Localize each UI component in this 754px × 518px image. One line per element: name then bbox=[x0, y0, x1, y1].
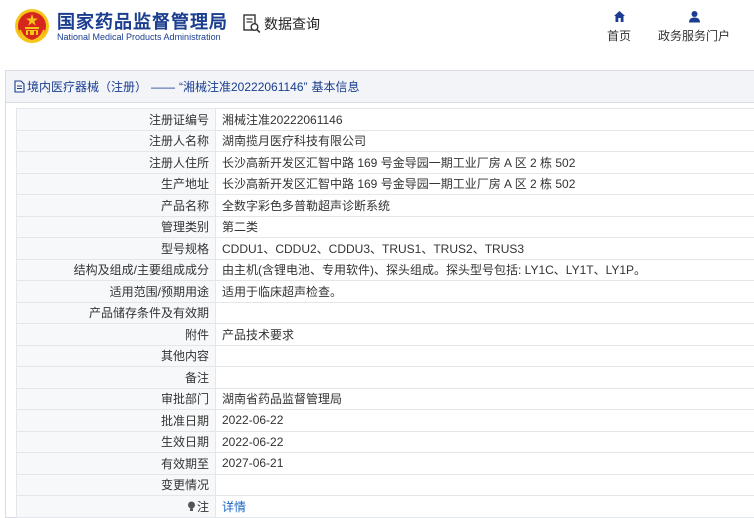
row-label: 变更情况 bbox=[16, 473, 216, 496]
table-row: 备注 bbox=[16, 366, 754, 389]
row-value: 2022-06-22 bbox=[215, 409, 754, 432]
row-value bbox=[215, 366, 754, 389]
panel-title: 境内医疗器械（注册） —— “湘械注准20222061146” 基本信息 bbox=[6, 71, 754, 103]
row-value: 适用于临床超声检查。 bbox=[215, 280, 754, 303]
data-query-link[interactable]: 数据查询 bbox=[243, 14, 320, 34]
row-label: 其他内容 bbox=[16, 344, 216, 367]
row-label: 备注 bbox=[16, 366, 216, 389]
row-label: 生产地址 bbox=[16, 172, 216, 195]
home-icon bbox=[613, 11, 625, 22]
document-search-icon bbox=[243, 14, 261, 33]
row-label: 产品名称 bbox=[16, 194, 216, 217]
row-value: 湖南揽月医疗科技有限公司 bbox=[215, 129, 754, 152]
panel-category: 境内医疗器械（注册） bbox=[27, 80, 148, 94]
user-icon bbox=[688, 11, 700, 23]
row-value: 2022-06-22 bbox=[215, 430, 754, 453]
table-row: 产品储存条件及有效期 bbox=[16, 301, 754, 324]
table-row: 管理类别 第二类 bbox=[16, 215, 754, 238]
panel-reg-number: “湘械注准20222061146” bbox=[179, 80, 308, 94]
note-label-cell: 注 bbox=[16, 495, 216, 518]
row-value: 长沙高新开发区汇智中路 169 号金导园一期工业厂房 A 区 2 栋 502 bbox=[215, 172, 754, 195]
detail-panel: 境内医疗器械（注册） —— “湘械注准20222061146” 基本信息 注册证… bbox=[5, 70, 754, 518]
table-row: 注册人住所 长沙高新开发区汇智中路 169 号金导园一期工业厂房 A 区 2 栋… bbox=[16, 151, 754, 174]
row-label: 生效日期 bbox=[16, 430, 216, 453]
table-row: 型号规格 CDDU1、CDDU2、CDDU3、TRUS1、TRUS2、TRUS3 bbox=[16, 237, 754, 260]
table-row: 注册证编号 湘械注准20222061146 bbox=[16, 108, 754, 131]
row-label: 注册人住所 bbox=[16, 151, 216, 174]
row-value: 长沙高新开发区汇智中路 169 号金导园一期工业厂房 A 区 2 栋 502 bbox=[215, 151, 754, 174]
row-value: 湘械注准20222061146 bbox=[215, 108, 754, 131]
nav-portal-label: 政务服务门户 bbox=[657, 29, 730, 43]
row-label: 产品储存条件及有效期 bbox=[16, 301, 216, 324]
table-row: 生效日期 2022-06-22 bbox=[16, 430, 754, 453]
national-emblem-icon bbox=[15, 9, 49, 43]
row-label: 型号规格 bbox=[16, 237, 216, 260]
document-icon bbox=[14, 80, 25, 93]
panel-separator: —— bbox=[151, 79, 176, 94]
table-row: 产品名称 全数字彩色多普勒超声诊断系统 bbox=[16, 194, 754, 217]
note-row: 注详情 bbox=[16, 495, 754, 518]
nav-home-label: 首页 bbox=[606, 29, 631, 43]
row-label: 注册人名称 bbox=[16, 129, 216, 152]
row-value: 湖南省药品监督管理局 bbox=[215, 387, 754, 410]
panel-suffix: 基本信息 bbox=[311, 80, 360, 94]
info-table: 注册证编号 湘械注准20222061146 注册人名称 湖南揽月医疗科技有限公司… bbox=[16, 108, 754, 518]
note-value-cell: 详情 bbox=[215, 495, 754, 518]
data-query-label: 数据查询 bbox=[264, 16, 320, 32]
row-value: 第二类 bbox=[215, 215, 754, 238]
row-value: 由主机(含锂电池、专用软件)、探头组成。探头型号包括: LY1C、LY1T、LY… bbox=[215, 258, 754, 281]
table-row: 有效期至 2027-06-21 bbox=[16, 452, 754, 475]
row-label: 注册证编号 bbox=[16, 108, 216, 131]
row-value: 2027-06-21 bbox=[215, 452, 754, 475]
table-row: 其他内容 bbox=[16, 344, 754, 367]
note-label: 注 bbox=[196, 499, 209, 514]
nav-home[interactable]: 首页 bbox=[603, 10, 635, 44]
org-name-cn: 国家药品监督管理局 bbox=[57, 12, 228, 32]
table-row: 结构及组成/主要组成成分 由主机(含锂电池、专用软件)、探头组成。探头型号包括:… bbox=[16, 258, 754, 281]
table-row: 审批部门 湖南省药品监督管理局 bbox=[16, 387, 754, 410]
row-value bbox=[215, 301, 754, 324]
org-name-en: National Medical Products Administration bbox=[57, 32, 221, 42]
row-value bbox=[215, 344, 754, 367]
table-row: 附件 产品技术要求 bbox=[16, 323, 754, 346]
row-label: 批准日期 bbox=[16, 409, 216, 432]
table-row: 适用范围/预期用途 适用于临床超声检查。 bbox=[16, 280, 754, 303]
table-row: 注册人名称 湖南揽月医疗科技有限公司 bbox=[16, 129, 754, 152]
row-value: CDDU1、CDDU2、CDDU3、TRUS1、TRUS2、TRUS3 bbox=[215, 237, 754, 260]
table-row: 批准日期 2022-06-22 bbox=[16, 409, 754, 432]
table-row: 生产地址 长沙高新开发区汇智中路 169 号金导园一期工业厂房 A 区 2 栋 … bbox=[16, 172, 754, 195]
details-link[interactable]: 详情 bbox=[222, 500, 246, 514]
lightbulb-icon bbox=[187, 501, 195, 511]
site-header: 国家药品监督管理局 National Medical Products Admi… bbox=[0, 0, 754, 52]
row-label: 结构及组成/主要组成成分 bbox=[16, 258, 216, 281]
row-label: 适用范围/预期用途 bbox=[16, 280, 216, 303]
row-label: 审批部门 bbox=[16, 387, 216, 410]
nav-gov-portal[interactable]: 政务服务门户 bbox=[656, 10, 732, 44]
row-label: 有效期至 bbox=[16, 452, 216, 475]
table-row: 变更情况 bbox=[16, 473, 754, 496]
row-value: 产品技术要求 bbox=[215, 323, 754, 346]
row-value: 全数字彩色多普勒超声诊断系统 bbox=[215, 194, 754, 217]
row-label: 管理类别 bbox=[16, 215, 216, 238]
row-value bbox=[215, 473, 754, 496]
row-label: 附件 bbox=[16, 323, 216, 346]
